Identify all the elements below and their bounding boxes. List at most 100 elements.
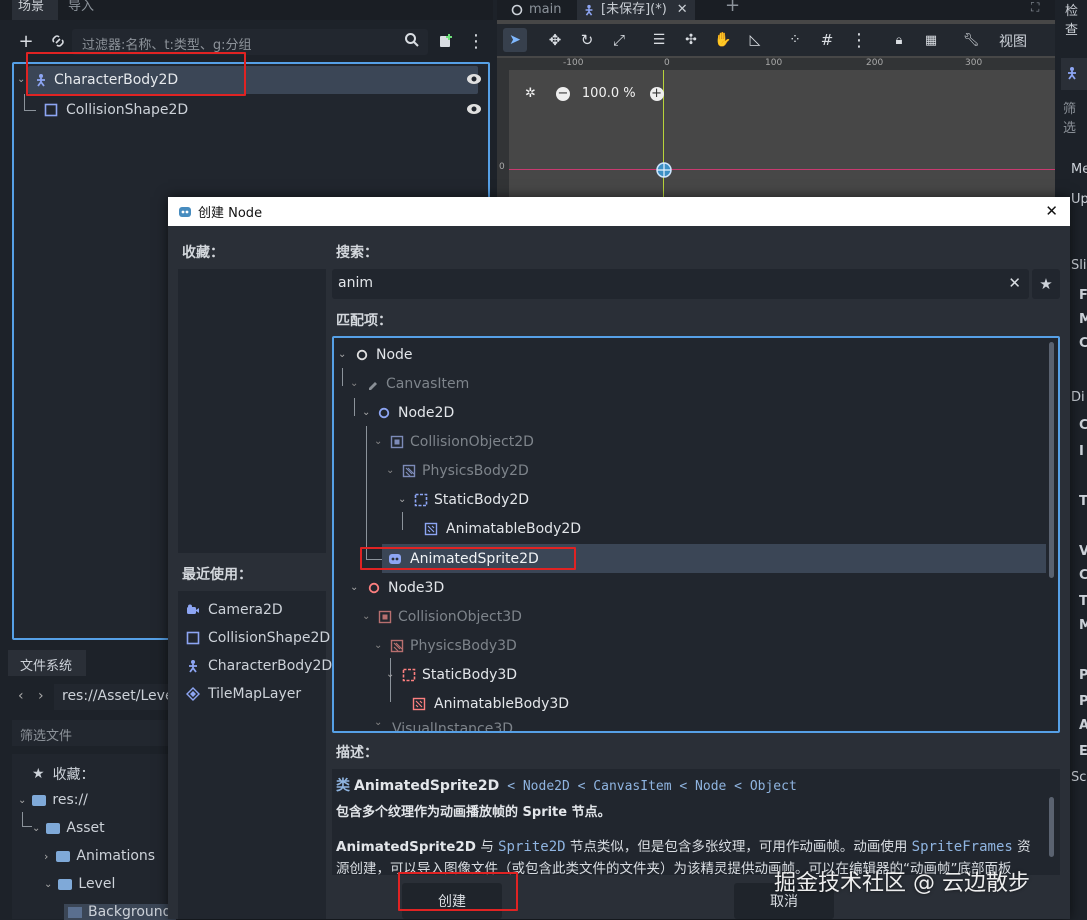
matches-label: 匹配项：	[336, 313, 392, 329]
desc-body-link[interactable]: Sprite2D	[498, 839, 565, 855]
tab-scene[interactable]: 场景	[12, 0, 58, 20]
collisionshape2d-icon	[186, 631, 200, 645]
back-icon[interactable]: ‹	[18, 688, 24, 704]
match-item-staticbody2d[interactable]: ⌄ StaticBody2D	[398, 485, 529, 514]
new-tab-button[interactable]: +	[719, 0, 746, 20]
view-menu[interactable]: 视图	[999, 31, 1027, 51]
add-script-icon[interactable]	[434, 29, 458, 53]
fs-item-asset[interactable]: ⌄ Asset	[32, 820, 105, 836]
scene-dock-tabs: 场景 导入	[0, 0, 493, 20]
recent-item-collisionshape2d[interactable]: CollisionShape2D	[186, 623, 330, 652]
match-item-node3d[interactable]: ⌄ Node3D	[350, 573, 444, 602]
tab-filesystem[interactable]: 文件系统	[8, 650, 86, 676]
chevron-down-icon: ⌄	[386, 669, 395, 680]
visibility-icon[interactable]	[466, 102, 482, 116]
inspector-filter[interactable]: 筛选	[1063, 98, 1087, 136]
match-item-node[interactable]: ⌄ Node	[338, 340, 413, 369]
scrollbar[interactable]	[1049, 797, 1054, 857]
fs-item-level[interactable]: ⌄ Level	[44, 876, 115, 892]
inspector-text: Up	[1071, 192, 1087, 207]
bone-icon[interactable]: 🔧︎	[959, 28, 983, 52]
pan-tool-icon[interactable]: ✋	[711, 28, 735, 52]
scrollbar[interactable]	[1049, 342, 1054, 578]
move-tool-icon[interactable]: ✥	[543, 28, 567, 52]
match-item-collisionobject2d[interactable]: ⌄ CollisionObject2D	[374, 427, 534, 456]
close-icon[interactable]: ✕	[1045, 202, 1058, 220]
match-item-label: Node3D	[388, 579, 445, 596]
rotate-tool-icon[interactable]: ↻	[575, 28, 599, 52]
group-icon[interactable]: ▦	[919, 28, 943, 52]
fs-tree[interactable]: ★ 收藏： ⌄ res:// ⌄ Asset › Animations ⌄ Lev…	[12, 754, 176, 920]
fs-item-res[interactable]: ⌄ res://	[18, 792, 88, 808]
dialog-title: 创建 Node	[198, 206, 263, 221]
match-item-physicsbody3d[interactable]: ⌄ PhysicsBody3D	[374, 631, 517, 660]
inspector-text: M	[1079, 618, 1087, 633]
center-view-icon[interactable]: ✲	[525, 86, 536, 101]
inspector-node-button[interactable]	[1061, 58, 1087, 90]
add-node-button[interactable]: +	[14, 29, 38, 53]
match-item-collisionobject3d[interactable]: ⌄ CollisionObject3D	[362, 602, 522, 631]
scale-tool-icon[interactable]: ⤢	[607, 28, 631, 52]
grid-snap-icon[interactable]: #	[815, 28, 839, 52]
zoom-level[interactable]: 100.0 %	[582, 86, 636, 101]
match-item-label: StaticBody3D	[422, 666, 518, 683]
zoom-in-button[interactable]: +	[649, 86, 664, 101]
favorite-star-button[interactable]: ★	[1032, 269, 1060, 299]
viewport[interactable]: main [未保存](*) ✕ + ⛶ ➤ ✥ ↻ ⤢ ☰ ✣ ✋ ◺ ⁘ # …	[497, 0, 1055, 200]
smart-snap-icon[interactable]: ⁘	[783, 28, 807, 52]
forward-icon[interactable]: ›	[38, 688, 44, 704]
select-tool-icon[interactable]: ➤	[503, 28, 527, 52]
close-icon[interactable]: ✕	[677, 3, 688, 17]
physicsbody3d-icon	[390, 639, 404, 653]
visibility-icon[interactable]	[466, 72, 482, 86]
ruler-tick: 100	[765, 58, 783, 68]
favorites-list[interactable]	[178, 269, 326, 553]
x-axis-line	[509, 169, 1055, 170]
recent-item-camera2d[interactable]: Camera2D	[186, 595, 283, 624]
match-item-canvasitem[interactable]: ⌄ CanvasItem	[350, 369, 469, 398]
search-icon	[404, 32, 420, 48]
inspector-text: Sli	[1071, 258, 1087, 273]
recent-item-label: TileMapLayer	[208, 685, 302, 702]
match-item-physicsbody2d[interactable]: ⌄ PhysicsBody2D	[386, 456, 529, 485]
fs-path-input[interactable]: res://Asset/Level	[54, 684, 168, 710]
fs-item-background[interactable]: Background	[64, 904, 176, 920]
match-item-animatablebody3d[interactable]: AnimatableBody3D	[412, 689, 569, 718]
tab-import[interactable]: 导入	[62, 0, 100, 20]
search-input[interactable]: anim ✕	[332, 269, 1029, 299]
more-icon[interactable]: ⋮	[847, 28, 871, 52]
tree-item-collisionshape2d[interactable]: CollisionShape2D	[44, 96, 188, 124]
link-icon[interactable]	[46, 29, 70, 53]
fs-item-label: Animations	[76, 848, 156, 864]
zoom-out-button[interactable]: −	[555, 86, 570, 101]
tab-main-label: main	[529, 2, 562, 17]
recent-list[interactable]: Camera2D CollisionShape2D CharacterBody2…	[178, 591, 332, 919]
recent-item-tilemaplayer[interactable]: TileMapLayer	[186, 679, 301, 708]
tab-unsaved[interactable]: [未保存](*) ✕	[577, 0, 695, 20]
node-origin-icon[interactable]	[655, 161, 673, 179]
pivot-tool-icon[interactable]: ✣	[679, 28, 703, 52]
lock-icon[interactable]: 🔒︎	[887, 28, 911, 52]
clear-icon[interactable]: ✕	[1008, 274, 1021, 292]
match-item-node2d[interactable]: ⌄ Node2D	[362, 398, 454, 427]
recent-item-characterbody2d[interactable]: CharacterBody2D	[186, 651, 332, 680]
fullscreen-icon[interactable]: ⛶	[1025, 0, 1045, 20]
desc-inherits[interactable]: < Node2D < CanvasItem < Node < Object	[507, 779, 797, 794]
matches-tree[interactable]: ⌄ Node ⌄ CanvasItem ⌄ Node2D ⌄ Collision…	[332, 336, 1060, 733]
chevron-down-icon[interactable]: ⌄	[17, 74, 25, 85]
tree-line	[24, 94, 25, 110]
tab-inspector[interactable]: 检查	[1065, 0, 1087, 38]
match-item-animatablebody2d[interactable]: AnimatableBody2D	[424, 514, 581, 543]
tab-unsaved-label: [未保存](*)	[601, 2, 667, 17]
fs-filter-input[interactable]: 筛选文件	[12, 720, 168, 746]
match-item-staticbody3d[interactable]: ⌄ StaticBody3D	[386, 660, 517, 689]
match-item-visualinstance3d[interactable]: ⌄ VisualInstance3D	[374, 717, 513, 731]
more-icon[interactable]: ⋮	[464, 29, 488, 53]
list-select-icon[interactable]: ☰	[647, 28, 671, 52]
fs-item-animations[interactable]: › Animations	[44, 848, 155, 864]
fs-favorites[interactable]: ★ 收藏：	[32, 764, 95, 784]
fs-item-label: Asset	[66, 820, 105, 836]
ruler-tool-icon[interactable]: ◺	[743, 28, 767, 52]
tab-main[interactable]: main	[505, 0, 567, 20]
desc-body-link[interactable]: SpriteFrames	[912, 839, 1013, 855]
